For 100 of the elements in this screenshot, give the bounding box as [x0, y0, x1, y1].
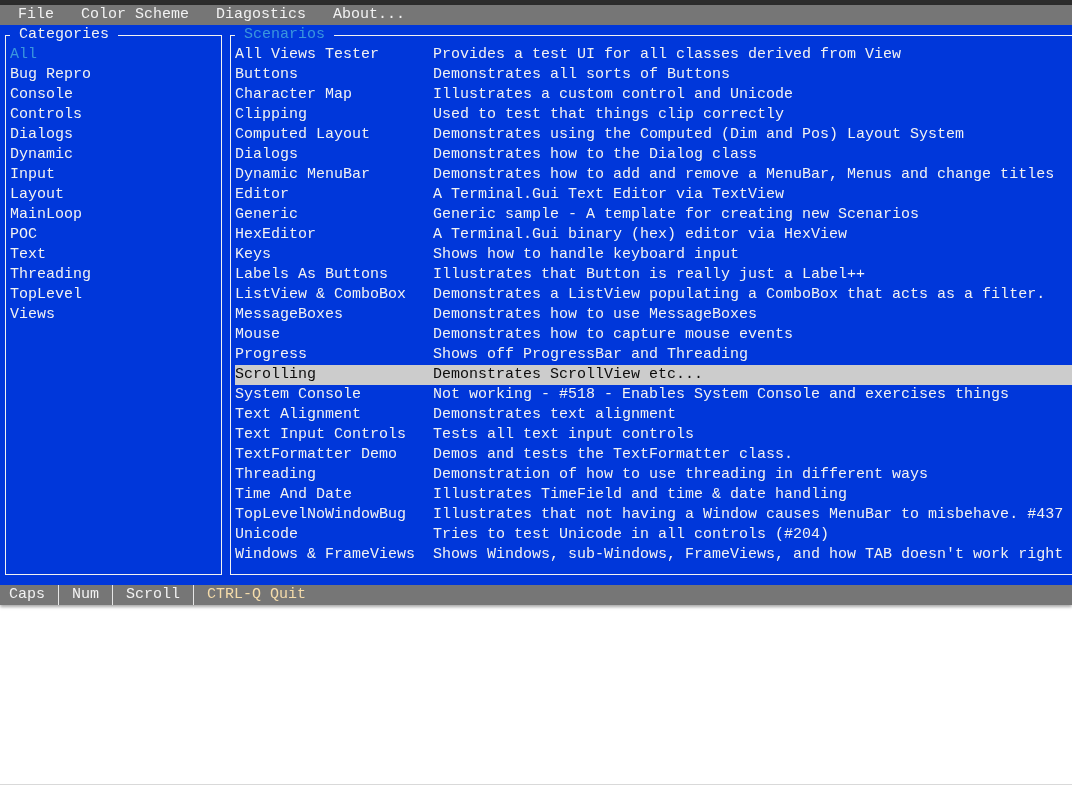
scenario-name: Text Input Controls	[235, 425, 408, 445]
scenario-description: Demonstrates all sorts of Buttons	[433, 65, 731, 85]
scenario-name: MessageBoxes	[235, 305, 345, 325]
status-indicator: Scroll	[126, 585, 181, 605]
category-item[interactable]: Views	[10, 305, 55, 325]
scenario-name: Clipping	[235, 105, 308, 125]
scenario-name: Labels As Buttons	[235, 265, 390, 285]
scenario-name: Keys	[235, 245, 272, 265]
scenario-description: Generic sample - A template for creating new Scenarios	[433, 205, 920, 225]
scenario-description: Demonstrates how to the Dialog class	[433, 145, 758, 165]
scenario-name: Threading	[235, 465, 317, 485]
scenario-row[interactable]: TextFormatter Demo Demos and tests the TextFormatter class.	[235, 445, 1072, 465]
menu-item[interactable]: About...	[324, 5, 415, 25]
scenario-description: Illustrates a custom control and Unicode	[433, 85, 794, 105]
scenario-name: System Console	[235, 385, 363, 405]
scenario-row[interactable]: TopLevelNoWindowBug Illustrates that not having a Window causes MenuBar to misbehave. #437	[235, 505, 1072, 525]
category-item[interactable]: MainLoop	[10, 205, 82, 225]
scenario-description: Demonstrates ScrollView etc...	[433, 365, 704, 385]
scenario-row[interactable]: Text Alignment Demonstrates text alignment	[235, 405, 1072, 425]
scenario-row[interactable]: HexEditor A Terminal.Gui binary (hex) editor via HexView	[235, 225, 1072, 245]
scenario-name: All Views Tester	[235, 45, 381, 65]
scenario-row[interactable]: Dialogs Demonstrates how to the Dialog class	[235, 145, 1072, 165]
category-item[interactable]: Console	[10, 85, 73, 105]
scenario-name: Unicode	[235, 525, 299, 545]
category-item[interactable]: Layout	[10, 185, 64, 205]
menu-item[interactable]: File	[9, 5, 63, 25]
scenario-row[interactable]: MessageBoxes Demonstrates how to use MessageBoxes	[235, 305, 1072, 325]
scenario-row[interactable]: Clipping Used to test that things clip correctly	[235, 105, 1072, 125]
menu-item[interactable]: Color Scheme	[72, 5, 199, 25]
scenario-name: Buttons	[235, 65, 299, 85]
scenario-row[interactable]: Unicode Tries to test Unicode in all controls (#204)	[235, 525, 1072, 545]
scenario-name: HexEditor	[235, 225, 317, 245]
scenario-row[interactable]: All Views Tester Provides a test UI for all classes derived from View	[235, 45, 1072, 65]
scenario-description: Shows Windows, sub-Windows, FrameViews, and how TAB doesn't work right	[433, 545, 1064, 565]
scenario-description: Provides a test UI for all classes derived from View	[433, 45, 902, 65]
category-item[interactable]: Dynamic	[10, 145, 73, 165]
scenario-row[interactable]: Computed Layout Demonstrates using the Computed (Dim and Pos) Layout System	[235, 125, 1072, 145]
status-indicator: Num	[72, 585, 100, 605]
scenario-description: Illustrates that not having a Window causes MenuBar to misbehave. #437	[433, 505, 1064, 525]
scenario-row[interactable]: Character Map Illustrates a custom control and Unicode	[235, 85, 1072, 105]
scenario-row[interactable]: Buttons Demonstrates all sorts of Buttons	[235, 65, 1072, 85]
scenario-name: Editor	[235, 185, 290, 205]
scenario-name: Generic	[235, 205, 299, 225]
scenario-row[interactable]: Text Input Controls Tests all text input controls	[235, 425, 1072, 445]
scenario-name: Progress	[235, 345, 308, 365]
scenario-description: Tests all text input controls	[433, 425, 695, 445]
scenario-name: Dialogs	[235, 145, 299, 165]
scenario-row[interactable]: Threading Demonstration of how to use threading in different ways	[235, 465, 1072, 485]
scenario-description: Demonstration of how to use threading in different ways	[433, 465, 929, 485]
scenario-description: Illustrates that Button is really just a Label++	[433, 265, 866, 285]
scenario-description: A Terminal.Gui Text Editor via TextView	[433, 185, 785, 205]
status-indicator: Caps	[9, 585, 45, 605]
scenario-name: Time And Date	[235, 485, 354, 505]
scenario-row[interactable]: System Console Not working - #518 - Enables System Console and exercises things	[235, 385, 1072, 405]
scenario-name: Computed Layout	[235, 125, 372, 145]
scenario-description: Shows how to handle keyboard input	[433, 245, 740, 265]
scenario-description: Shows off ProgressBar and Threading	[433, 345, 749, 365]
frame-title: Categories	[19, 26, 109, 43]
scenario-description: Demonstrates how to use MessageBoxes	[433, 305, 758, 325]
scenario-name: Mouse	[235, 325, 281, 345]
category-item[interactable]: Controls	[10, 105, 82, 125]
category-item[interactable]: Threading	[10, 265, 91, 285]
scenario-description: Demonstrates text alignment	[433, 405, 677, 425]
scenario-name: TopLevelNoWindowBug	[235, 505, 408, 525]
scenario-description: A Terminal.Gui binary (hex) editor via HexView	[433, 225, 848, 245]
scenario-row[interactable]: Mouse Demonstrates how to capture mouse events	[235, 325, 1072, 345]
scenario-row[interactable]: Time And Date Illustrates TimeField and time & date handling	[235, 485, 1072, 505]
scenario-row[interactable]: Scrolling Demonstrates ScrollView etc...	[235, 365, 1072, 385]
scenario-description: Demos and tests the TextFormatter class.	[433, 445, 794, 465]
scenario-name: Character Map	[235, 85, 354, 105]
scenario-name: Dynamic MenuBar	[235, 165, 372, 185]
scenario-name: Scrolling	[235, 365, 317, 385]
category-item[interactable]: Bug Repro	[10, 65, 91, 85]
category-item[interactable]: Dialogs	[10, 125, 73, 145]
category-item[interactable]: Text	[10, 245, 46, 265]
scenario-description: Illustrates TimeField and time & date handling	[433, 485, 848, 505]
category-item[interactable]: Input	[10, 165, 55, 185]
scenario-name: Windows & FrameViews	[235, 545, 417, 565]
scenario-name: TextFormatter Demo	[235, 445, 399, 465]
scenario-description: Demonstrates how to capture mouse events	[433, 325, 794, 345]
scenario-name: ListView & ComboBox	[235, 285, 408, 305]
scenario-description: Demonstrates how to add and remove a MenuBar, Menus and change titles	[433, 165, 1055, 185]
scenario-row[interactable]: Editor A Terminal.Gui Text Editor via TextView	[235, 185, 1072, 205]
scenario-row[interactable]: Labels As Buttons Illustrates that Button is really just a Label++	[235, 265, 1072, 285]
scenario-description: Demonstrates a ListView populating a ComboBox that acts as a filter.	[433, 285, 1046, 305]
scenario-description: Not working - #518 - Enables System Console and exercises things	[433, 385, 1010, 405]
menu-item[interactable]: Diagostics	[207, 5, 316, 25]
scenario-description: Tries to test Unicode in all controls (#204)	[433, 525, 830, 545]
scenario-name: Text Alignment	[235, 405, 363, 425]
scenario-row[interactable]: Windows & FrameViews Shows Windows, sub-Windows, FrameViews, and how TAB doesn't work right	[235, 545, 1072, 565]
category-item[interactable]: TopLevel	[10, 285, 82, 305]
scenario-description: Demonstrates using the Computed (Dim and Pos) Layout System	[433, 125, 965, 145]
scenario-row[interactable]: Keys Shows how to handle keyboard input	[235, 245, 1072, 265]
scenario-description: Used to test that things clip correctly	[433, 105, 785, 125]
scenario-row[interactable]: Generic Generic sample - A template for creating new Scenarios	[235, 205, 1072, 225]
category-item[interactable]: POC	[10, 225, 37, 245]
scenario-row[interactable]: Dynamic MenuBar Demonstrates how to add and remove a MenuBar, Menus and change titles	[235, 165, 1072, 185]
scenario-row[interactable]: Progress Shows off ProgressBar and Threading	[235, 345, 1072, 365]
scenario-row[interactable]: ListView & ComboBox Demonstrates a ListView populating a ComboBox that acts as a filter.	[235, 285, 1072, 305]
frame-title: Scenarios	[244, 26, 325, 43]
